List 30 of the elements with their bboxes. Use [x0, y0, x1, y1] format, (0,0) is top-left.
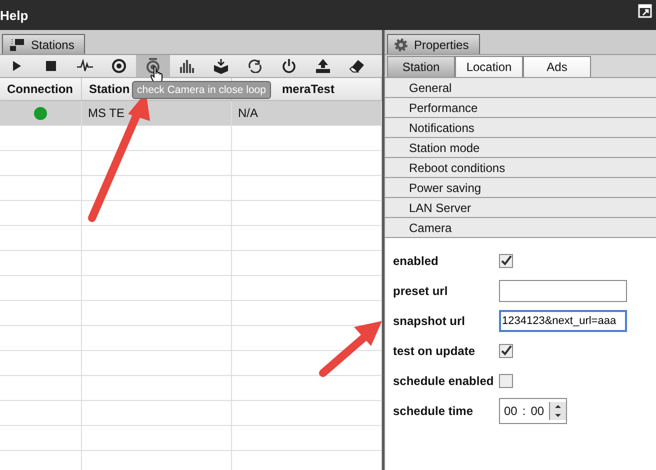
field-label: schedule time — [393, 404, 474, 418]
time-field[interactable]: 00 : 00 — [499, 398, 568, 424]
category-item[interactable]: Performance — [385, 98, 656, 118]
column-header[interactable]: Connection — [0, 78, 82, 100]
tab[interactable]: Station — [387, 56, 455, 77]
input-field[interactable]: 1234123&next_url=aaa — [499, 310, 627, 332]
field-label: schedule enabled — [393, 374, 495, 388]
category-item[interactable]: General — [385, 78, 656, 98]
category-item[interactable]: Notifications — [385, 118, 656, 138]
tab-label: Stations — [31, 38, 74, 52]
tooltip: check Camera in close loop — [132, 81, 271, 99]
field-label: enabled — [393, 254, 440, 268]
field-label: preset url — [393, 284, 449, 298]
table-cell: MS TE — [88, 106, 124, 120]
column-header[interactable]: meraTest — [282, 82, 334, 96]
stations-tab[interactable]: Stations — [2, 34, 86, 54]
category-item[interactable]: Station mode — [385, 138, 656, 158]
table-cell: N/A — [238, 106, 258, 120]
field-label: snapshot url — [393, 314, 466, 328]
tab-label: Properties — [414, 38, 469, 52]
category-item[interactable]: LAN Server — [385, 198, 656, 218]
properties-tab[interactable]: Properties — [387, 34, 480, 54]
category-item[interactable]: Reboot conditions — [385, 158, 656, 178]
tab[interactable]: Ads — [523, 56, 591, 77]
category-item[interactable]: Power saving — [385, 178, 656, 198]
category-item[interactable]: Camera — [385, 218, 656, 238]
menu-item[interactable]: Help — [0, 8, 28, 22]
tab[interactable]: Location — [455, 56, 523, 77]
field-label: test on update — [393, 344, 476, 358]
table-row[interactable]: MS TE N/A — [0, 101, 382, 126]
